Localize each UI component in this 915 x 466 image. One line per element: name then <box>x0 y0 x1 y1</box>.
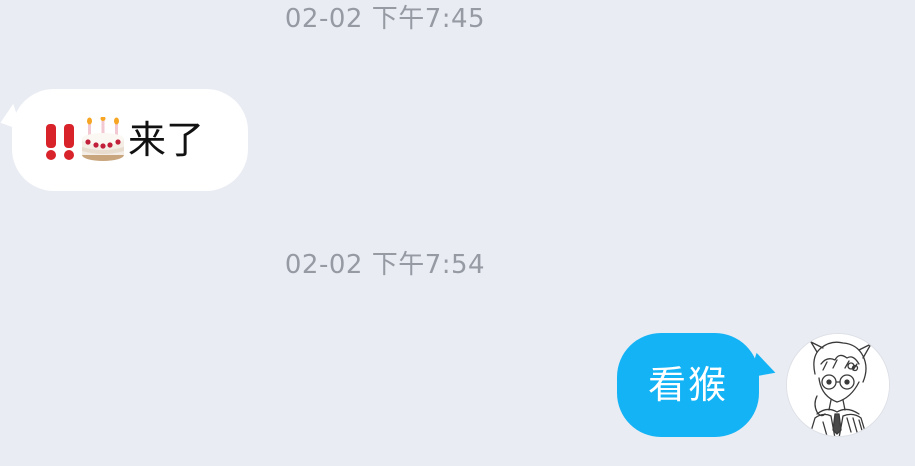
incoming-message-text: 来了 <box>128 118 205 162</box>
outgoing-message-bubble[interactable]: 看猴 <box>617 333 759 437</box>
anime-sketch-avatar-icon <box>787 334 889 436</box>
incoming-message-content: 来了 <box>42 116 205 163</box>
incoming-message-bubble[interactable]: 来了 <box>12 89 248 191</box>
message-timestamp: 02-02 下午7:54 <box>284 250 486 280</box>
message-timestamp: 02-02 下午7:45 <box>284 4 486 34</box>
double-exclamation-icon <box>42 118 80 162</box>
outgoing-message-text: 看猴 <box>647 363 728 407</box>
user-avatar[interactable] <box>786 333 890 437</box>
birthday-cake-icon <box>80 116 126 163</box>
